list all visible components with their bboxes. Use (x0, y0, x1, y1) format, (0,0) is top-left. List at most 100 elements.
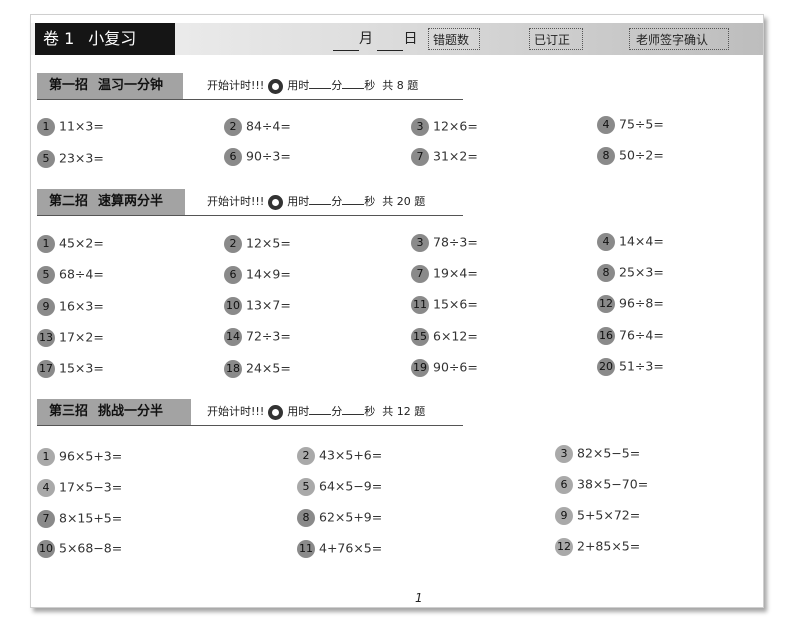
seconds-blank[interactable] (342, 404, 365, 415)
section-1-timer: 开始计时!!! 用时 分 秒 共 8 题 (207, 78, 418, 94)
problem-item: 8 62×5+9= (297, 508, 382, 527)
errors-count-box[interactable]: 错题数 (428, 28, 480, 50)
problem-item: 12 2+85×5= (555, 537, 640, 556)
problem-item: 2 84÷4= (224, 117, 291, 136)
problem-item: 1 11×3= (37, 117, 104, 136)
corrected-box[interactable]: 已订正 (529, 28, 583, 50)
problem-number-badge: 3 (411, 117, 429, 136)
problem-item: 3 82×5−5= (555, 444, 640, 463)
problem-number-badge: 9 (37, 297, 55, 316)
problem-item: 15 6×12= (411, 327, 478, 346)
problem-expression: 13×7= (246, 297, 291, 313)
problem-item: 14 72÷3= (224, 327, 291, 346)
date-field[interactable]: 月 日 (333, 27, 417, 51)
section-divider (37, 425, 463, 426)
problem-expression: 50÷2= (619, 147, 664, 163)
problem-expression: 17×2= (59, 329, 104, 345)
seconds-label: 秒 (364, 405, 376, 418)
problem-number-badge: 4 (597, 115, 615, 134)
minutes-blank[interactable] (309, 194, 332, 205)
problem-number-badge: 2 (297, 446, 315, 465)
problem-expression: 5+5×72= (577, 507, 641, 523)
corrected-label: 已订正 (534, 33, 571, 47)
problem-number-badge: 16 (597, 326, 615, 345)
problem-item: 1 45×2= (37, 234, 104, 253)
problem-number-badge: 7 (37, 509, 55, 528)
problem-number-badge: 15 (411, 327, 429, 346)
seconds-blank[interactable] (342, 78, 365, 89)
problem-expression: 62×5+9= (319, 509, 383, 525)
problem-number-badge: 6 (224, 147, 242, 166)
minutes-label: 分 (331, 405, 343, 418)
seconds-label: 秒 (364, 79, 376, 92)
problem-item: 5 68÷4= (37, 265, 104, 284)
problem-item: 10 5×68−8= (37, 539, 122, 558)
problem-number-badge: 11 (411, 295, 429, 314)
problem-expression: 90÷6= (433, 359, 478, 375)
problem-item: 3 12×6= (411, 117, 478, 136)
problem-expression: 31×2= (433, 148, 478, 164)
problem-expression: 51÷3= (619, 358, 664, 374)
problem-item: 2 12×5= (224, 234, 291, 253)
problem-number-badge: 5 (297, 477, 315, 496)
problem-expression: 4+76×5= (319, 540, 383, 556)
problem-item: 6 38×5−70= (555, 475, 648, 494)
problem-number-badge: 1 (37, 447, 55, 466)
problem-number-badge: 6 (224, 265, 242, 284)
section-1-badge: 第一招 (49, 78, 89, 93)
problem-number-badge: 8 (597, 263, 615, 282)
problem-expression: 11×3= (59, 118, 104, 134)
problem-count: 共 20 题 (382, 195, 426, 208)
month-blank[interactable] (333, 34, 359, 51)
problem-number-badge: 19 (411, 358, 429, 377)
day-blank[interactable] (377, 34, 404, 51)
section-2-label: 第二招 速算两分半 (37, 189, 185, 215)
problem-item: 19 90÷6= (411, 358, 478, 377)
timer-used-label: 用时 (287, 195, 310, 208)
problem-item: 16 76÷4= (597, 326, 664, 345)
problem-item: 8 25×3= (597, 263, 664, 282)
problem-item: 7 19×4= (411, 264, 478, 283)
day-label: 日 (403, 31, 418, 47)
problem-item: 4 75÷5= (597, 115, 664, 134)
problem-expression: 24×5= (246, 360, 291, 376)
problem-expression: 17×5−3= (59, 479, 123, 495)
problem-expression: 14×9= (246, 266, 291, 282)
section-1-label: 第一招 温习一分钟 (37, 73, 183, 99)
alarm-clock-icon (268, 78, 284, 94)
problem-number-badge: 9 (555, 506, 573, 525)
minutes-blank[interactable] (309, 78, 332, 89)
page-number: 1 (415, 591, 423, 605)
section-3-name: 挑战一分半 (98, 404, 164, 419)
problem-expression: 12×5= (246, 235, 291, 251)
teacher-sign-box[interactable]: 老师签字确认 (629, 28, 729, 50)
problem-number-badge: 2 (224, 117, 242, 136)
errors-label: 错题数 (433, 33, 470, 47)
timer-start-text: 开始计时!!! (207, 79, 265, 92)
problem-item: 18 24×5= (224, 359, 291, 378)
seconds-blank[interactable] (342, 194, 365, 205)
problem-expression: 38×5−70= (577, 476, 649, 492)
problem-item: 5 64×5−9= (297, 477, 382, 496)
timer-used-label: 用时 (287, 405, 310, 418)
problem-number-badge: 3 (555, 444, 573, 463)
timer-start-text: 开始计时!!! (207, 405, 265, 418)
minutes-blank[interactable] (309, 404, 332, 415)
problem-item: 4 17×5−3= (37, 478, 122, 497)
minutes-label: 分 (331, 79, 343, 92)
problem-expression: 96÷8= (619, 295, 664, 311)
problem-item: 2 43×5+6= (297, 446, 382, 465)
problem-item: 6 90÷3= (224, 147, 291, 166)
problem-number-badge: 5 (37, 265, 55, 284)
problem-expression: 68÷4= (59, 266, 104, 282)
problem-item: 9 16×3= (37, 297, 104, 316)
header-bar: 卷 1 小复习 月 日 错题数 已订正 老师签字确认 (31, 23, 763, 55)
problem-number-badge: 3 (411, 233, 429, 252)
problem-expression: 43×5+6= (319, 447, 383, 463)
volume-number: 卷 1 (43, 29, 75, 48)
problem-number-badge: 1 (37, 117, 55, 136)
problem-item: 9 5+5×72= (555, 506, 640, 525)
alarm-clock-icon (268, 404, 284, 420)
problem-item: 12 96÷8= (597, 294, 664, 313)
problem-number-badge: 2 (224, 234, 242, 253)
